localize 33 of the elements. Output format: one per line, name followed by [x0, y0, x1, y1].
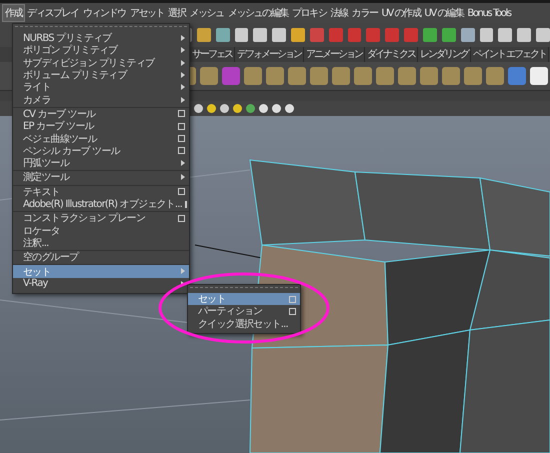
menu-item[interactable]: UV の編集	[422, 5, 466, 21]
menu-item[interactable]: メッシュ	[187, 5, 226, 21]
menu-item[interactable]: ポリゴン プリミティブ	[13, 44, 189, 57]
menu-item[interactable]: アセット	[128, 5, 166, 21]
menu-item[interactable]: ボリューム プリミティブ	[13, 68, 189, 82]
menu-item[interactable]: パーティション	[188, 305, 300, 318]
menu-item[interactable]: ベジェ曲線ツール	[13, 132, 189, 145]
menu-item[interactable]: テキスト	[13, 184, 189, 198]
menu-item[interactable]: カラー	[350, 5, 380, 21]
menu-item[interactable]: コンストラクション プレーン	[13, 211, 189, 224]
menu-item[interactable]: ペンシル カーブ ツール	[13, 144, 189, 157]
menu-item[interactable]: NURBS プリミティブ	[13, 32, 189, 44]
menu-item[interactable]: ロケータ	[13, 224, 189, 237]
menu-item[interactable]: クイック選択セット...	[188, 318, 300, 330]
menu-item[interactable]: Bonus Tools	[465, 6, 513, 20]
menu-item[interactable]: UV の作成	[379, 5, 422, 21]
menu-item[interactable]: Adobe(R) Illustrator(R) オブジェクト...	[13, 198, 189, 210]
menu-item[interactable]: 測定ツール	[13, 170, 189, 184]
menu-item[interactable]: CV カーブ ツール	[13, 106, 189, 120]
menu-item[interactable]: ウィンドウ	[80, 5, 128, 21]
menu-item[interactable]: 注釈...	[13, 236, 189, 250]
menu-item[interactable]: プロキシ	[290, 5, 328, 21]
menu-item[interactable]: 円弧ツール	[13, 156, 189, 170]
menu-item[interactable]: 空のグループ	[13, 250, 189, 264]
menu-item[interactable]: ディスプレイ	[25, 5, 81, 21]
menu-item[interactable]: サブディビジョン プリミティブ	[13, 56, 189, 69]
menu-item[interactable]: EP カーブ ツール	[13, 120, 189, 132]
menu-item[interactable]: カメラ	[13, 93, 189, 106]
menu-item[interactable]: 選択	[166, 5, 188, 21]
menu-item[interactable]: 法線	[328, 5, 350, 21]
menu-item[interactable]: メッシュの編集	[226, 5, 290, 21]
menu-item[interactable]: 作成	[2, 4, 26, 22]
menu-item[interactable]: ライト	[13, 81, 189, 94]
